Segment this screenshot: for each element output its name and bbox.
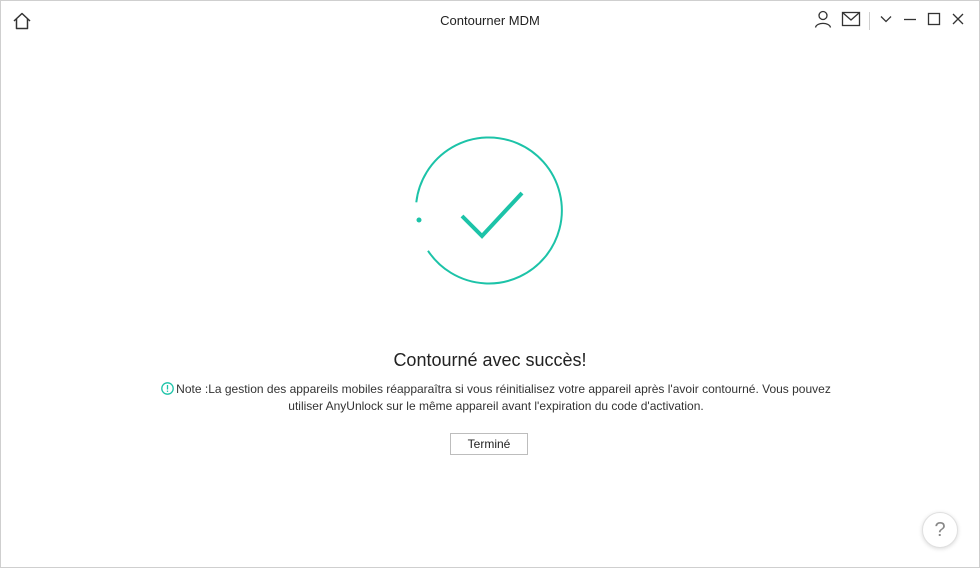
minimize-button[interactable]: [899, 10, 921, 32]
note-prefix: Note :: [176, 382, 209, 396]
close-button[interactable]: [947, 10, 969, 32]
close-icon: [950, 11, 966, 32]
minimize-icon: [902, 11, 918, 32]
done-button[interactable]: Terminé: [450, 433, 528, 455]
note-text-block: Note :La gestion des appareils mobiles r…: [151, 381, 841, 415]
help-icon: ?: [934, 518, 946, 541]
chevron-down-icon: [878, 11, 894, 32]
title-bar-controls: [812, 10, 969, 32]
feedback-button[interactable]: [840, 10, 862, 32]
menu-dropdown-button[interactable]: [875, 10, 897, 32]
title-bar-divider: [869, 12, 870, 30]
note-text: La gestion des appareils mobiles réappar…: [208, 382, 831, 413]
info-icon: [161, 382, 175, 395]
title-bar: Contourner MDM: [1, 1, 979, 39]
maximize-icon: [926, 11, 942, 32]
help-button[interactable]: ?: [922, 512, 958, 548]
mail-icon: [841, 9, 861, 34]
success-check-icon: [415, 136, 563, 285]
success-graphic: [411, 134, 571, 294]
app-window: Contourner MDM Contourné avec succès! No…: [0, 0, 980, 568]
maximize-button[interactable]: [923, 10, 945, 32]
success-headline: Contourné avec succès!: [393, 350, 587, 370]
account-button[interactable]: [812, 10, 834, 32]
user-icon: [813, 9, 833, 34]
